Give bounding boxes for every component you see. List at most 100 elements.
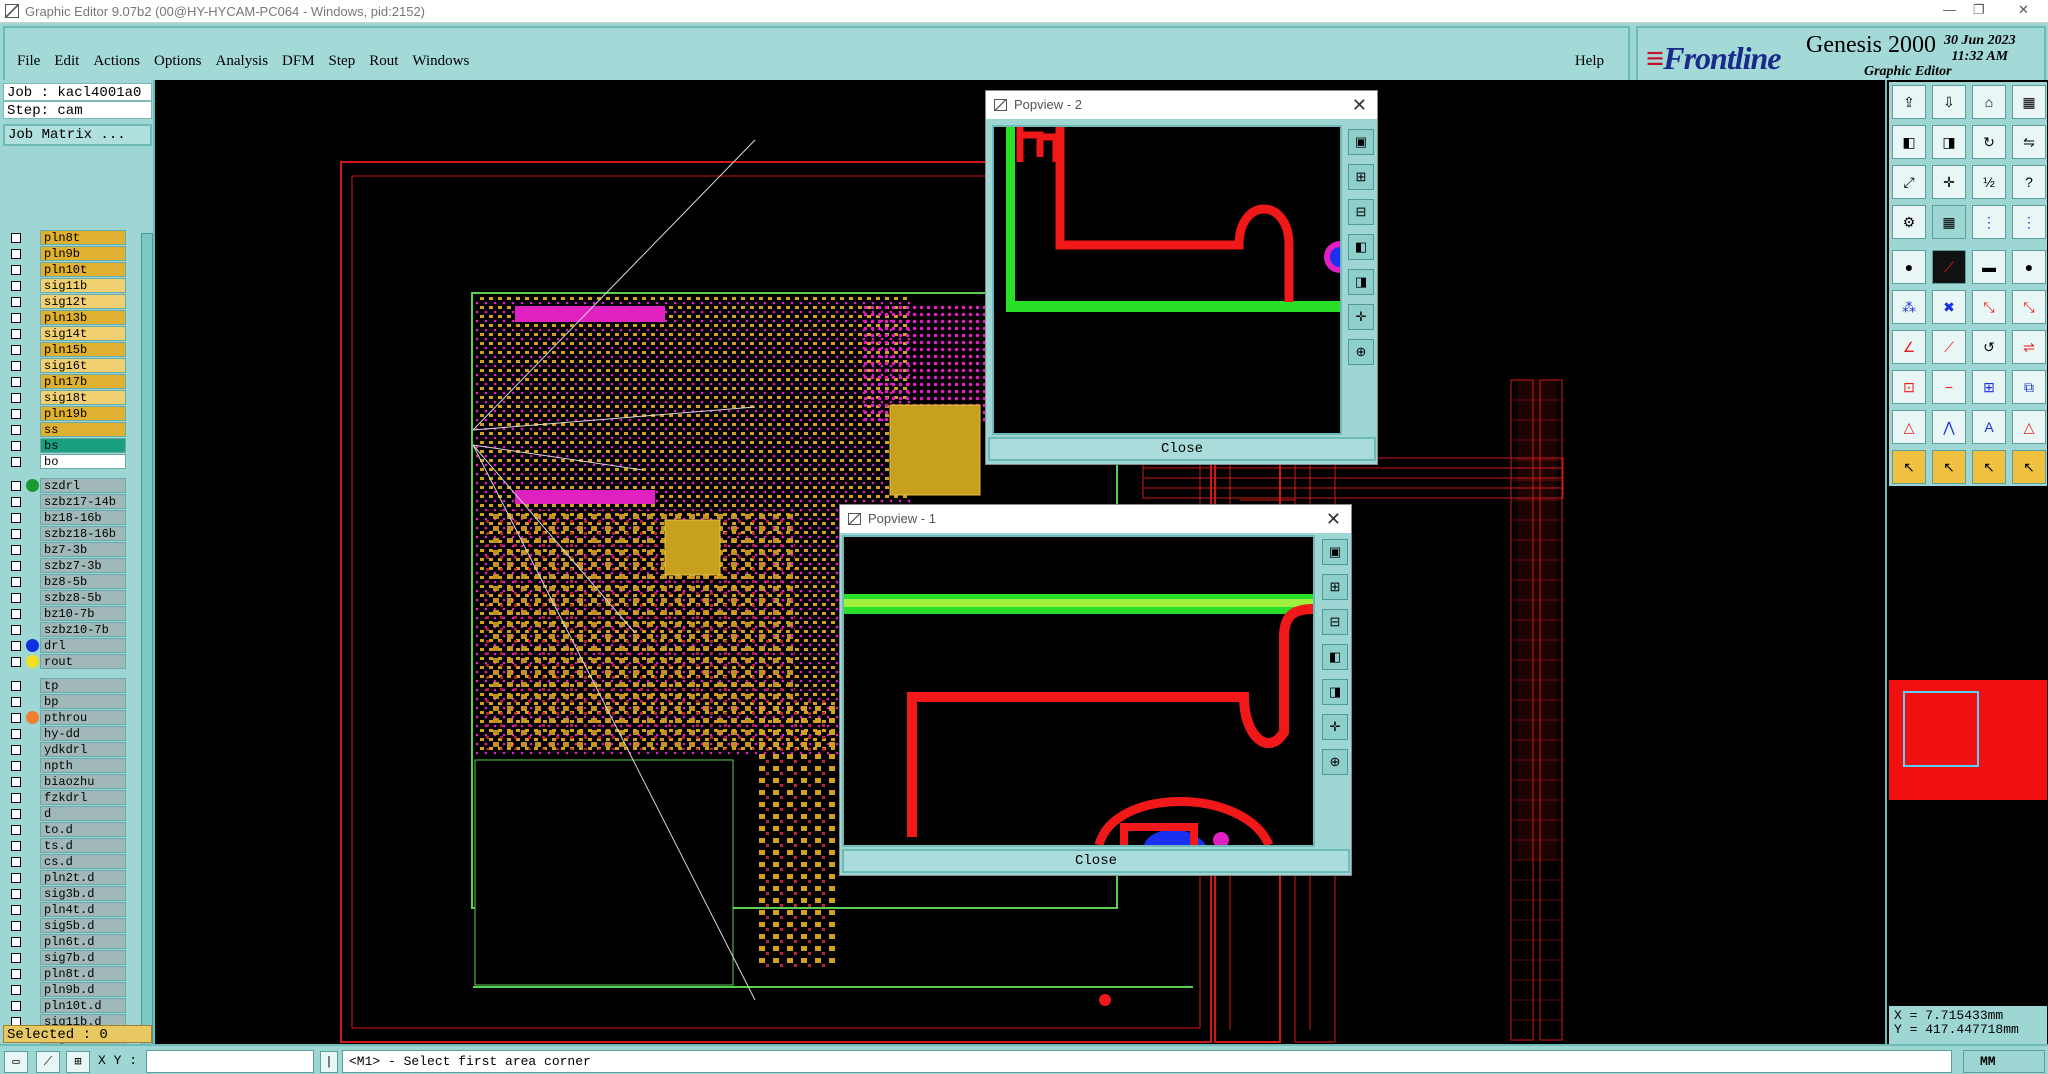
layer-checkbox[interactable] [11,761,21,771]
layer-name[interactable]: szbz10-7b [40,622,126,637]
layer-checkbox[interactable] [11,457,21,467]
feature-icon[interactable]: ⋮ [2012,205,2046,239]
layer-checkbox[interactable] [11,937,21,947]
layer-row[interactable]: pln13b [3,310,141,326]
connect-icon[interactable]: ⁂ [1892,290,1926,324]
layer-row[interactable]: hy-dd [3,726,141,742]
layer-checkbox[interactable] [11,377,21,387]
layer-name[interactable]: bs [40,438,126,453]
layer-name[interactable]: ydkdrl [40,742,126,757]
pad-icon[interactable]: ● [1892,250,1926,284]
layer-name[interactable]: szbz17-14b [40,494,126,509]
layer-checkbox[interactable] [11,953,21,963]
layer-row[interactable]: ydkdrl [3,742,141,758]
zoom-home-icon[interactable]: ⇪ [1892,85,1926,119]
slash-icon[interactable]: ⟋ [1932,330,1966,364]
layer-row[interactable]: sig3b.d [3,886,141,902]
menu-windows[interactable]: Windows [412,53,469,70]
home-icon[interactable]: ⌂ [1972,85,2006,119]
layer-row[interactable]: pln17b [3,374,141,390]
group-icon[interactable]: ⧉ [2012,370,2046,404]
layer-row[interactable]: ss [3,422,141,438]
layer-name[interactable]: ts.d [40,838,126,853]
layer-checkbox[interactable] [11,873,21,883]
popview-2-view[interactable] [992,125,1342,435]
layer-row[interactable]: szbz18-16b [3,526,141,542]
layer-name[interactable]: d [40,806,126,821]
layer-row[interactable]: sig7b.d [3,950,141,966]
menu-help[interactable]: Help [1575,53,1604,70]
popview-pan-left-button[interactable]: ◧ [1322,644,1348,670]
layer-name[interactable]: to.d [40,822,126,837]
layer-checkbox[interactable] [11,441,21,451]
layer-name[interactable]: biaozhu [40,774,126,789]
layer-checkbox[interactable] [11,793,21,803]
layer-name[interactable]: sig12t [40,294,126,309]
popview-home-button[interactable]: ⊕ [1348,339,1374,365]
layer-checkbox[interactable] [11,545,21,555]
select-area-icon[interactable]: ↖ [1932,450,1966,484]
layer-name[interactable]: pln2t.d [40,870,126,885]
layer-name[interactable]: bp [40,694,126,709]
layer-name[interactable]: hy-dd [40,726,126,741]
layer-row[interactable]: sig12t [3,294,141,310]
layer-checkbox[interactable] [11,905,21,915]
redraw-icon[interactable]: ↻ [1972,125,2006,159]
close-window-button[interactable]: ✕ [2018,2,2029,18]
layer-name[interactable]: rout [40,654,126,669]
layer-checkbox[interactable] [11,561,21,571]
layer-row[interactable]: pln8t.d [3,966,141,982]
layer-name[interactable]: sig18t [40,390,126,405]
menu-step[interactable]: Step [329,53,356,70]
layer-row[interactable]: pln15b [3,342,141,358]
menu-options[interactable]: Options [154,53,202,70]
units-toggle[interactable]: MM [1963,1050,2045,1073]
triangle-alt-icon[interactable]: △ [2012,410,2046,444]
layer-row[interactable]: szbz10-7b [3,622,141,638]
layer-name[interactable]: szdrl [40,478,126,493]
layer-name[interactable]: fzkdrl [40,790,126,805]
popview-zoom-out-button[interactable]: ⊟ [1322,609,1348,635]
layer-name[interactable]: cs.d [40,854,126,869]
layer-row[interactable]: biaozhu [3,774,141,790]
layer-name[interactable]: sig16t [40,358,126,373]
menu-dfm[interactable]: DFM [282,53,315,70]
layer-checkbox[interactable] [11,297,21,307]
mirror-icon[interactable]: ⇌ [2012,330,2046,364]
grid-snap-icon[interactable]: ⊞ [66,1051,90,1073]
layer-name[interactable]: pln15b [40,342,126,357]
layer-row[interactable]: bz18-16b [3,510,141,526]
cross-icon[interactable]: ✖ [1932,290,1966,324]
graphic-canvas[interactable]: Popview - 2 ✕ ▣ ⊞ ⊟ ◧ ◨ ✛ ⊕ Close Popvie… [155,80,1885,1044]
layer-row[interactable]: bo [3,454,141,470]
layer-row[interactable]: pln19b [3,406,141,422]
select-icon[interactable]: ↖ [1892,450,1926,484]
layer-row[interactable]: pln10t [3,262,141,278]
popview-zoom-in-button[interactable]: ⊞ [1348,164,1374,190]
layer-name[interactable]: bz8-5b [40,574,126,589]
minus-icon[interactable]: − [1932,370,1966,404]
popview-center-button[interactable]: ✛ [1348,304,1374,330]
layer-checkbox[interactable] [11,921,21,931]
zoom-down-icon[interactable]: ⇩ [1932,85,1966,119]
layer-icon[interactable]: ⋮ [1972,205,2006,239]
layer-name[interactable]: pln19b [40,406,126,421]
layer-checkbox[interactable] [11,625,21,635]
layer-name[interactable]: pln6t.d [40,934,126,949]
layer-name[interactable]: szbz7-3b [40,558,126,573]
layer-checkbox[interactable] [11,265,21,275]
layer-row[interactable]: bp [3,694,141,710]
layer-row[interactable]: szbz7-3b [3,558,141,574]
select-multi-icon[interactable]: ↖ [2012,450,2046,484]
layer-name[interactable]: ss [40,422,126,437]
layer-row[interactable]: pln2t.d [3,870,141,886]
layer-name[interactable]: sig7b.d [40,950,126,965]
layer-name[interactable]: szbz8-5b [40,590,126,605]
layer-checkbox[interactable] [11,513,21,523]
layer-row[interactable]: pln4t.d [3,902,141,918]
layer-checkbox[interactable] [11,361,21,371]
layer-name[interactable]: pln4t.d [40,902,126,917]
layer-checkbox[interactable] [11,841,21,851]
layer-checkbox[interactable] [11,577,21,587]
layer-name[interactable]: pln9b [40,246,126,261]
